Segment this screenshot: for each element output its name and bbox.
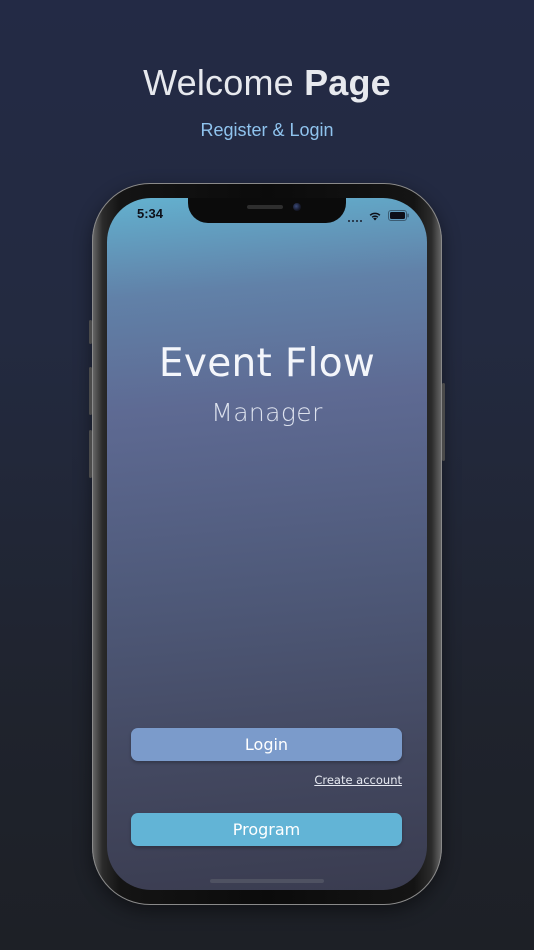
status-time: 5:34 (137, 206, 164, 221)
volume-down-button (89, 430, 92, 478)
promo-subtitle: Register & Login (200, 120, 334, 140)
status-icons (348, 208, 409, 226)
promo-title-bold: Page (304, 62, 391, 103)
program-button[interactable]: Program (131, 813, 402, 846)
phone-frame: 5:34 Event Flow Manager Login Create acc… (89, 183, 445, 905)
speaker-grille (247, 205, 283, 209)
promo-title-regular: Welcome (143, 62, 294, 103)
home-indicator[interactable] (210, 879, 324, 883)
volume-up-button (89, 367, 92, 415)
battery-icon (388, 208, 409, 226)
power-button (442, 383, 445, 461)
login-button[interactable]: Login (131, 728, 402, 761)
signal-dots-icon (348, 212, 362, 222)
front-camera-icon (293, 203, 301, 211)
notch (188, 198, 346, 223)
app-title: Event Flow (158, 341, 376, 386)
promo-title: Welcome Page (0, 62, 534, 104)
silent-switch (89, 320, 92, 344)
wifi-icon (368, 208, 382, 226)
create-account-link[interactable]: Create account (314, 773, 402, 787)
phone-screen: 5:34 Event Flow Manager Login Create acc… (107, 198, 427, 890)
app-subtitle: Manager (211, 398, 323, 427)
